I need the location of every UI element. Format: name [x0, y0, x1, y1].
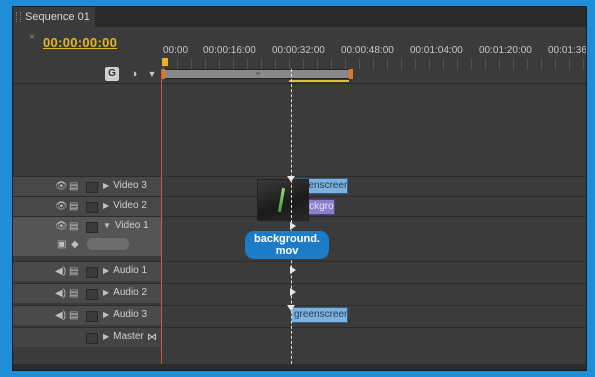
track-lock-toggle[interactable]: [86, 222, 98, 233]
collapse-triangle-icon[interactable]: ▼: [103, 221, 111, 230]
ruler-label: 00:01:20:00: [479, 45, 532, 56]
track-lock-toggle[interactable]: [86, 202, 98, 213]
header-divider: [13, 83, 586, 84]
work-area-bar[interactable]: ≡: [163, 69, 351, 79]
keyframe-toggle-icon[interactable]: ◆: [71, 239, 79, 250]
tooltip-line-2: mov: [275, 245, 299, 257]
track-header-video-2[interactable]: 👁 ▤ ▶ Video 2: [13, 196, 161, 216]
playhead-wedge-icon: [287, 176, 295, 182]
track-name: Video 1: [114, 220, 149, 231]
tab-label: Sequence 01: [25, 11, 90, 23]
speaker-icon[interactable]: ◀): [55, 266, 66, 277]
expand-triangle-icon[interactable]: ▶: [103, 201, 109, 210]
track-lock-toggle[interactable]: [86, 333, 98, 344]
ruler-label: 00:00: [163, 45, 189, 56]
eye-icon[interactable]: 👁: [55, 201, 68, 212]
expand-triangle-icon[interactable]: ▶: [103, 181, 109, 190]
track-lane-audio-3[interactable]: [163, 305, 586, 325]
track-header-master[interactable]: ▶ Master ⋈: [13, 327, 161, 347]
track-lane-audio-2[interactable]: [163, 283, 586, 303]
expand-triangle-icon[interactable]: ▶: [103, 310, 109, 319]
track-lock-toggle[interactable]: [86, 311, 98, 322]
drag-thumbnail[interactable]: [257, 179, 309, 221]
track-lock-toggle[interactable]: [86, 267, 98, 278]
snap-icon[interactable]: G: [105, 67, 119, 81]
work-area-end-handle[interactable]: [349, 69, 353, 79]
set-marker-icon[interactable]: ◑: [127, 67, 141, 81]
keyframe-icon[interactable]: ▼: [145, 67, 159, 81]
track-name: Audio 2: [113, 287, 148, 298]
display-style-icon[interactable]: ▣: [57, 239, 66, 250]
tab-grip-icon[interactable]: [16, 12, 21, 22]
ruler-label: 00:01:04:00: [410, 45, 463, 56]
horizontal-scrollbar[interactable]: [13, 364, 586, 370]
track-lane-audio-1[interactable]: [163, 261, 586, 281]
expand-triangle-icon[interactable]: ▶: [103, 266, 109, 275]
tooltip-line-1: background.: [253, 233, 320, 245]
track-header-video-1[interactable]: 👁 ▤ ▼ Video 1 ▣ ◆: [13, 216, 161, 256]
ruler-label: 00:01:36: [548, 45, 587, 56]
track-header-audio-3[interactable]: ◀) ▤ ▶ Audio 3: [13, 305, 161, 325]
playhead-line[interactable]: [291, 69, 292, 369]
film-icon[interactable]: ▤: [69, 181, 78, 192]
clip-greenscreen-audio[interactable]: greenscreen: [291, 307, 348, 323]
track-name: Audio 1: [113, 265, 148, 276]
track-lane-video-3[interactable]: [163, 176, 586, 196]
track-name: Video 2: [113, 200, 147, 211]
expand-triangle-icon[interactable]: ▶: [103, 332, 109, 341]
track-name: Master: [113, 331, 144, 342]
track-lane-video-1[interactable]: [163, 216, 586, 256]
bowtie-icon: ⋈: [147, 332, 157, 343]
opacity-pill[interactable]: [87, 238, 129, 250]
playhead-marker-icon: [290, 222, 296, 230]
expand-triangle-icon[interactable]: ▶: [103, 288, 109, 297]
playhead-marker-icon: [290, 288, 296, 296]
speaker-icon[interactable]: ◀): [55, 310, 66, 321]
track-name: Audio 3: [113, 309, 148, 320]
tab-sequence-01[interactable]: Sequence 01 ×: [13, 7, 95, 43]
film-icon[interactable]: ▤: [69, 288, 78, 299]
track-lane-master[interactable]: [163, 327, 586, 347]
work-area-start-line: [161, 69, 162, 369]
eye-icon[interactable]: 👁: [55, 181, 68, 192]
panel-tab-bar: Sequence 01 ×: [13, 7, 586, 43]
film-icon[interactable]: ▤: [69, 310, 78, 321]
render-bar: [289, 80, 349, 82]
playhead-marker-icon: [290, 266, 296, 274]
track-header-audio-2[interactable]: ◀) ▤ ▶ Audio 2: [13, 283, 161, 303]
current-timecode[interactable]: 00:00:00:00: [43, 35, 117, 50]
playhead-marker-icon[interactable]: [162, 58, 168, 66]
time-ruler[interactable]: 00:00 00:00:16:00 00:00:32:00 00:00:48:0…: [163, 45, 587, 59]
speaker-icon[interactable]: ◀): [55, 288, 66, 299]
tab-close-icon[interactable]: ×: [29, 32, 35, 43]
track-lane-video-2[interactable]: [163, 196, 586, 216]
eye-icon[interactable]: 👁: [55, 221, 68, 232]
playhead-wedge-icon: [287, 305, 295, 311]
drag-tooltip: background. mov: [245, 231, 329, 259]
film-icon[interactable]: ▤: [69, 201, 78, 212]
work-area-grip-icon: ≡: [256, 71, 261, 78]
film-icon[interactable]: ▤: [69, 221, 78, 232]
ruler-label: 00:00:48:00: [341, 45, 394, 56]
track-name: Video 3: [113, 180, 147, 191]
track-lock-toggle[interactable]: [86, 289, 98, 300]
ruler-label: 00:00:32:00: [272, 45, 325, 56]
track-header-audio-1[interactable]: ◀) ▤ ▶ Audio 1: [13, 261, 161, 281]
ruler-ticks: [163, 59, 586, 69]
film-icon[interactable]: ▤: [69, 266, 78, 277]
timeline-panel: Sequence 01 × 00:00:00:00 00:00 00:00:16…: [12, 6, 587, 371]
track-lock-toggle[interactable]: [86, 182, 98, 193]
ruler-label: 00:00:16:00: [203, 45, 256, 56]
track-header-video-3[interactable]: 👁 ▤ ▶ Video 3: [13, 176, 161, 196]
thumbnail-figure: [277, 187, 286, 213]
